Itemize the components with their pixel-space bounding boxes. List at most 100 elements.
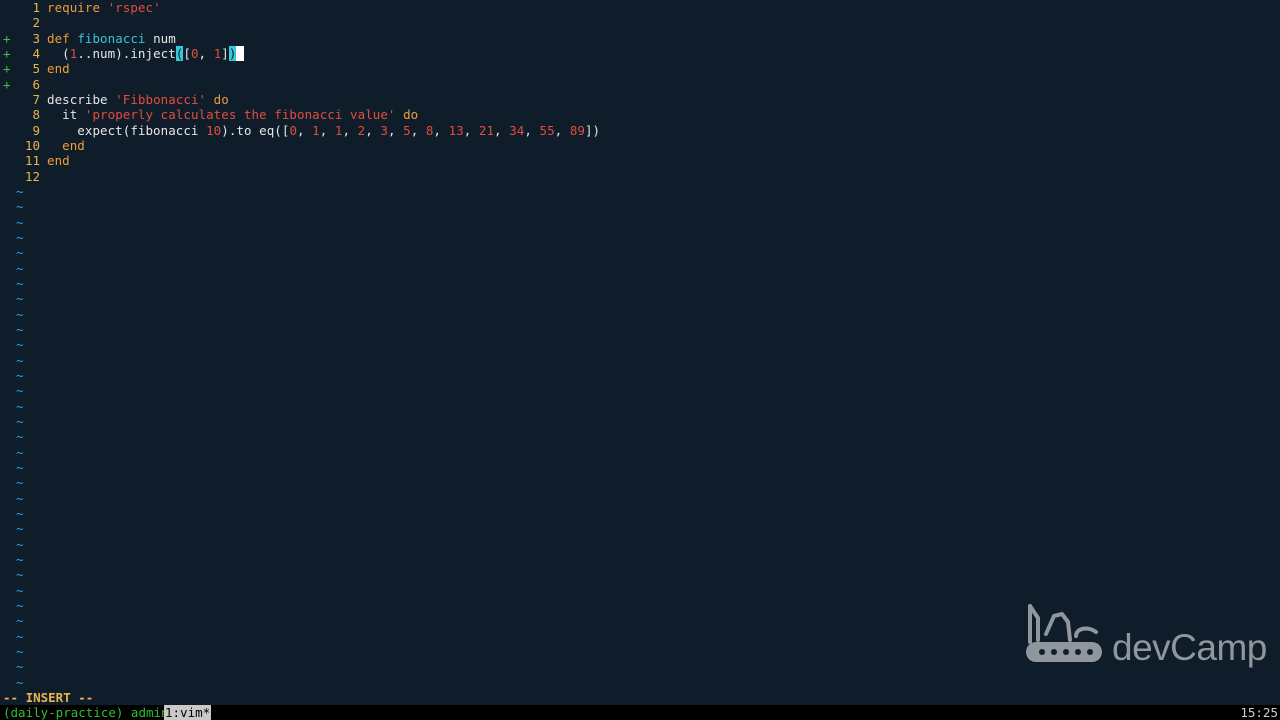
code-token: do: [395, 107, 419, 123]
code-token: num: [145, 30, 176, 46]
code-token: 5: [403, 122, 411, 138]
code-token: 13: [448, 122, 464, 138]
code-token: end: [47, 153, 70, 169]
window-tab-vim[interactable]: 1:vim*: [164, 705, 212, 720]
empty-line-tilde: ~: [16, 628, 24, 644]
code-token: end: [47, 137, 85, 153]
empty-line-tilde: ~: [16, 275, 24, 291]
code-line[interactable]: 7 describe 'Fibbonacci' do: [0, 92, 1280, 107]
code-text: it 'properly calculates the fibonacci va…: [47, 107, 418, 122]
watermark-text: devCamp: [1112, 627, 1267, 668]
empty-line-tilde: ~: [16, 260, 24, 276]
line-number: 8: [32, 107, 40, 123]
empty-line-tilde: ~: [16, 582, 24, 598]
line-number: 1: [32, 0, 40, 15]
gutter: 8: [0, 107, 42, 122]
code-line[interactable]: +6: [0, 77, 1280, 92]
empty-line-tilde: ~: [16, 383, 24, 399]
code-token: 'rspec': [107, 0, 161, 15]
line-number: 11: [24, 153, 40, 169]
gutter: 9: [0, 123, 42, 138]
code-token: end: [47, 61, 70, 77]
empty-line-tilde: ~: [16, 674, 24, 690]
gutter: 12: [0, 169, 42, 184]
mode-indicator: -- INSERT --: [3, 690, 94, 705]
empty-line-tilde: ~: [16, 306, 24, 322]
code-line[interactable]: 11 end: [0, 153, 1280, 168]
empty-line-tilde: ~: [16, 337, 24, 353]
session-name[interactable]: (daily-practice) admin: [3, 705, 169, 720]
gutter: +3: [0, 31, 42, 46]
code-token: 34: [509, 122, 525, 138]
code-token: 89: [569, 122, 585, 138]
code-token: ]): [584, 122, 601, 138]
gutter: 11: [0, 153, 42, 168]
text-cursor: [236, 45, 244, 61]
code-line[interactable]: +5 end: [0, 61, 1280, 76]
code-text: (1..num).inject([0, 1]): [47, 45, 244, 61]
code-line[interactable]: 8 it 'properly calculates the fibonacci …: [0, 107, 1280, 122]
code-token: ,: [524, 122, 540, 138]
code-token: (: [47, 45, 70, 61]
line-number: 6: [32, 76, 40, 92]
line-number: 5: [32, 61, 40, 77]
line-number: 4: [32, 45, 40, 61]
gutter: 7: [0, 92, 42, 107]
empty-line-tilde: ~: [16, 567, 24, 583]
code-token: ,: [410, 122, 426, 138]
code-token: 21: [478, 122, 495, 138]
gutter: 1: [0, 0, 42, 15]
code-text: end: [47, 61, 70, 76]
empty-line-tilde: ~: [16, 521, 24, 537]
gutter: +4: [0, 46, 42, 61]
empty-line-tilde: ~: [16, 352, 24, 368]
code-token: ,: [463, 122, 479, 138]
empty-line-tilde: ~: [16, 321, 24, 337]
empty-line-tilde: ~: [16, 398, 24, 414]
code-line[interactable]: 12: [0, 169, 1280, 184]
gutter: +6: [0, 77, 42, 92]
empty-line-tilde: ~: [16, 475, 24, 491]
line-number: 2: [32, 15, 40, 31]
code-token: 'properly calculates the fibonacci value…: [84, 107, 396, 123]
code-line[interactable]: 10 end: [0, 138, 1280, 153]
code-line[interactable]: 1 require 'rspec': [0, 0, 1280, 15]
code-line[interactable]: +3 def fibonacci num: [0, 31, 1280, 46]
git-added-sign: +: [3, 61, 11, 77]
empty-line-tilde: ~: [16, 199, 24, 215]
code-token: ,: [198, 45, 214, 61]
code-token: 10: [206, 122, 222, 138]
code-text: describe 'Fibbonacci' do: [47, 92, 229, 107]
empty-line-tilde: ~: [16, 659, 24, 675]
line-number: 10: [24, 137, 40, 153]
empty-line-tilde: ~: [16, 613, 24, 629]
code-token: fibonacci: [77, 30, 146, 46]
devcamp-watermark: devCamp: [1024, 600, 1267, 670]
code-line[interactable]: 2: [0, 15, 1280, 30]
empty-line-tilde: ~: [16, 413, 24, 429]
code-token: [: [183, 45, 191, 61]
code-text: end: [47, 153, 70, 168]
line-number: 12: [24, 168, 40, 184]
code-token: ).to eq([: [221, 122, 290, 138]
code-text: def fibonacci num: [47, 31, 176, 46]
code-token: 'Fibbonacci': [115, 91, 207, 107]
code-token: require: [47, 0, 108, 15]
empty-line-tilde: ~: [16, 551, 24, 567]
line-number: 7: [32, 91, 40, 107]
code-line[interactable]: 9 expect(fibonacci 10).to eq([0, 1, 1, 2…: [0, 123, 1280, 138]
empty-line-tilde: ~: [16, 643, 24, 659]
empty-line-tilde: ~: [16, 429, 24, 445]
code-token: ,: [554, 122, 570, 138]
code-text: expect(fibonacci 10).to eq([0, 1, 1, 2, …: [47, 123, 600, 138]
code-token: ,: [494, 122, 510, 138]
code-token: it: [47, 107, 85, 123]
code-token: ,: [365, 122, 381, 138]
code-text: end: [47, 138, 85, 153]
code-token: do: [206, 91, 229, 107]
code-line[interactable]: +4 (1..num).inject([0, 1]): [0, 45, 1280, 61]
code-token: 55: [539, 122, 555, 138]
code-token: ,: [433, 122, 449, 138]
code-token: describe: [47, 91, 116, 107]
gutter: 2: [0, 15, 42, 30]
